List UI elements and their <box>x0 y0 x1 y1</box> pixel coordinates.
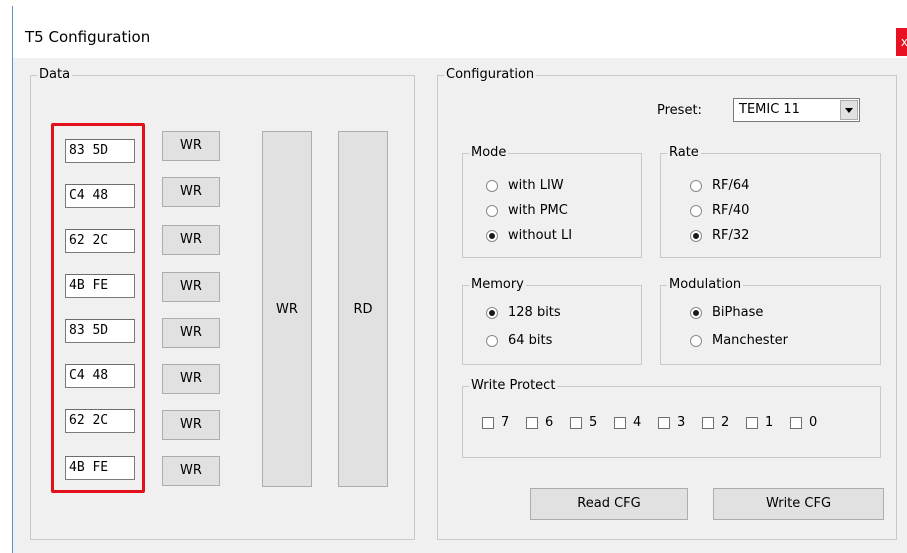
checkbox-icon <box>570 416 582 429</box>
rate-option-label: RF/40 <box>712 203 750 218</box>
rate-option-rf32[interactable]: RF/32 <box>690 228 749 243</box>
rate-option-label: RF/32 <box>712 228 750 243</box>
preset-label: Preset: <box>657 103 702 118</box>
radio-selected-icon <box>486 306 498 319</box>
write-protect-bit-label: 2 <box>721 415 730 430</box>
checkbox-icon <box>614 416 626 429</box>
write-protect-bit-label: 7 <box>501 415 510 430</box>
checkbox-icon <box>790 416 802 429</box>
radio-selected-icon <box>486 229 498 242</box>
write-protect-bit-1[interactable]: 1 <box>746 415 773 430</box>
memory-option-label: 128 bits <box>508 305 561 320</box>
modulation-option-biphase[interactable]: BiPhase <box>690 305 763 320</box>
window-title: T5 Configuration <box>25 28 151 46</box>
close-icon: x <box>900 35 907 49</box>
modulation-option-label: Manchester <box>712 333 789 348</box>
modulation-option-label: BiPhase <box>712 305 764 320</box>
rate-option-label: RF/64 <box>712 178 750 193</box>
wr-button-6[interactable]: WR <box>162 364 220 394</box>
write-protect-bit-0[interactable]: 0 <box>790 415 817 430</box>
radio-icon <box>690 179 702 192</box>
write-protect-bit-label: 0 <box>809 415 818 430</box>
write-protect-bit-label: 5 <box>589 415 598 430</box>
wr-button-7[interactable]: WR <box>162 410 220 440</box>
chevron-down-icon[interactable] <box>840 100 858 120</box>
write-protect-bit-label: 1 <box>765 415 774 430</box>
mode-option-label: without LI <box>508 228 573 243</box>
checkbox-icon <box>746 416 758 429</box>
radio-icon <box>690 204 702 217</box>
checkbox-icon <box>702 416 714 429</box>
wr-button-8[interactable]: WR <box>162 456 220 486</box>
rate-legend: Rate <box>667 145 701 161</box>
write-protect-bit-6[interactable]: 6 <box>526 415 553 430</box>
write-protect-bit-2[interactable]: 2 <box>702 415 729 430</box>
mode-option-with-liw[interactable]: with LIW <box>486 178 564 193</box>
write-all-button[interactable]: WR <box>262 131 312 487</box>
memory-groupbox: Memory <box>462 277 642 365</box>
write-protect-bit-label: 3 <box>677 415 686 430</box>
wr-button-4[interactable]: WR <box>162 272 220 302</box>
modulation-legend: Modulation <box>667 277 744 293</box>
mode-option-label: with PMC <box>508 203 568 218</box>
memory-option-64-bits[interactable]: 64 bits <box>486 333 552 348</box>
close-button[interactable]: x <box>896 28 907 56</box>
radio-icon <box>486 334 498 347</box>
write-protect-bit-4[interactable]: 4 <box>614 415 641 430</box>
wr-button-5[interactable]: WR <box>162 318 220 348</box>
checkbox-icon <box>658 416 670 429</box>
mode-option-label: with LIW <box>508 178 564 193</box>
read-all-button[interactable]: RD <box>338 131 388 487</box>
rate-option-rf40[interactable]: RF/40 <box>690 203 749 218</box>
memory-option-label: 64 bits <box>508 333 553 348</box>
mode-option-with-pmc[interactable]: with PMC <box>486 203 568 218</box>
radio-selected-icon <box>690 229 702 242</box>
write-protect-bit-3[interactable]: 3 <box>658 415 685 430</box>
radio-icon <box>486 204 498 217</box>
preset-select[interactable]: TEMIC 11 <box>733 98 860 122</box>
memory-option-128-bits[interactable]: 128 bits <box>486 305 561 320</box>
write-protect-bit-7[interactable]: 7 <box>482 415 509 430</box>
wr-button-2[interactable]: WR <box>162 177 220 207</box>
mode-option-without-li[interactable]: without LI <box>486 228 572 243</box>
write-protect-bit-label: 6 <box>545 415 554 430</box>
title-bar: T5 Configuration x <box>13 6 907 58</box>
modulation-option-manchester[interactable]: Manchester <box>690 333 788 348</box>
radio-icon <box>690 334 702 347</box>
hex-fields-highlight <box>51 123 145 493</box>
wr-button-1[interactable]: WR <box>162 131 220 161</box>
wr-button-3[interactable]: WR <box>162 225 220 255</box>
write-protect-bit-label: 4 <box>633 415 642 430</box>
data-legend: Data <box>37 67 73 83</box>
write-cfg-button[interactable]: Write CFG <box>713 488 884 520</box>
radio-selected-icon <box>690 306 702 319</box>
configuration-legend: Configuration <box>444 67 537 83</box>
radio-icon <box>486 179 498 192</box>
checkbox-icon <box>482 416 494 429</box>
write-protect-legend: Write Protect <box>469 378 558 394</box>
read-cfg-button[interactable]: Read CFG <box>530 488 688 520</box>
rate-option-rf64[interactable]: RF/64 <box>690 178 749 193</box>
mode-legend: Mode <box>469 145 509 161</box>
checkbox-icon <box>526 416 538 429</box>
modulation-groupbox: Modulation <box>660 277 881 365</box>
write-protect-bit-5[interactable]: 5 <box>570 415 597 430</box>
memory-legend: Memory <box>469 277 526 293</box>
preset-value: TEMIC 11 <box>739 102 800 117</box>
